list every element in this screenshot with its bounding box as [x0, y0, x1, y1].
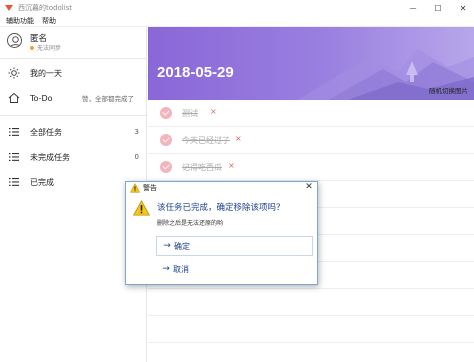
menu-bar: 辅助功能 帮助: [0, 16, 474, 27]
app-icon: [5, 5, 13, 11]
divider: [0, 115, 147, 116]
dialog-close-icon[interactable]: ✕: [304, 182, 314, 193]
nav-my-day[interactable]: 我的一天: [0, 62, 147, 84]
nav-all-tasks-label: 全部任务: [30, 127, 62, 137]
sun-icon: [8, 67, 20, 79]
empty-row: [148, 316, 474, 343]
arrow-right-icon: →: [162, 264, 170, 274]
sync-status-text: 无法同步: [37, 45, 62, 52]
delete-icon[interactable]: ×: [228, 161, 235, 170]
delete-icon[interactable]: ×: [235, 134, 242, 143]
task-row[interactable]: 记得吃西瓜 ×: [148, 154, 474, 181]
maximize-icon: ☐: [434, 3, 442, 13]
minimize-icon: —: [409, 4, 417, 12]
dialog-title: 警告: [143, 184, 157, 192]
nav-unfinished-tasks[interactable]: 未完成任务 0: [0, 146, 147, 168]
nav-todo[interactable]: To-Do 赞，全部都完成了: [0, 87, 147, 109]
minimize-button[interactable]: —: [402, 0, 424, 16]
user-icon: [9, 36, 21, 47]
list-icon: [9, 178, 19, 186]
nav-finished-label: 已完成: [30, 177, 54, 187]
user-panel[interactable]: 匿名 无法同步: [0, 27, 147, 57]
all-done-note: 赞，全部都完成了: [82, 95, 134, 103]
menu-accessibility[interactable]: 辅助功能: [6, 16, 34, 26]
empty-row: [148, 289, 474, 316]
arrow-right-icon: →: [163, 241, 171, 251]
maximize-button[interactable]: ☐: [427, 0, 449, 16]
nav-todo-label: To-Do: [30, 93, 53, 103]
avatar: [7, 33, 22, 48]
close-button[interactable]: ✕: [452, 0, 474, 16]
status-dot-icon: [30, 45, 34, 50]
checked-icon[interactable]: [160, 161, 172, 173]
cancel-label: 取消: [173, 264, 189, 274]
nav-my-day-label: 我的一天: [30, 68, 62, 78]
close-icon: ✕: [459, 3, 467, 13]
header-banner: 2018-05-29 随机切换图片: [148, 27, 474, 100]
warning-icon: [133, 200, 150, 216]
dialog-message: 该任务已完成，确定移除该项吗？: [157, 203, 285, 213]
dialog-subtext: 删除之后是无法还原的哟: [157, 220, 224, 227]
nav-unfinished-label: 未完成任务: [30, 152, 70, 162]
menu-help[interactable]: 帮助: [42, 16, 56, 26]
delete-icon[interactable]: ×: [210, 107, 217, 116]
home-icon: [8, 92, 20, 103]
banner-date: 2018-05-29: [157, 64, 234, 81]
sync-status: 无法同步: [30, 43, 61, 52]
all-tasks-count: 3: [134, 128, 139, 136]
nav-all-tasks[interactable]: 全部任务 3: [0, 121, 147, 143]
checked-icon[interactable]: [160, 107, 172, 119]
task-row[interactable]: 测试 ×: [148, 100, 474, 127]
warning-dialog: 警告 ✕ 该任务已完成，确定移除该项吗？ 删除之后是无法还原的哟 → 确定 → …: [125, 181, 318, 285]
unfinished-count: 0: [134, 153, 139, 161]
confirm-button[interactable]: → 确定: [156, 236, 313, 256]
dialog-title-bar: 警告 ✕: [126, 182, 317, 194]
task-label: 记得吃西瓜: [182, 163, 222, 172]
list-icon: [9, 128, 19, 136]
checked-icon[interactable]: [160, 134, 172, 146]
warning-small-icon: [130, 183, 140, 193]
list-icon: [9, 153, 19, 161]
cancel-button[interactable]: → 取消: [156, 259, 313, 279]
random-image-button[interactable]: 随机切换图片: [429, 85, 468, 95]
task-label: 今天已经过了: [182, 136, 230, 145]
confirm-label: 确定: [174, 241, 190, 251]
divider: [0, 58, 147, 59]
task-label: 测试: [182, 109, 198, 118]
task-row[interactable]: 今天已经过了 ×: [148, 127, 474, 154]
window-title: 西沉暮的todolist: [18, 4, 73, 12]
